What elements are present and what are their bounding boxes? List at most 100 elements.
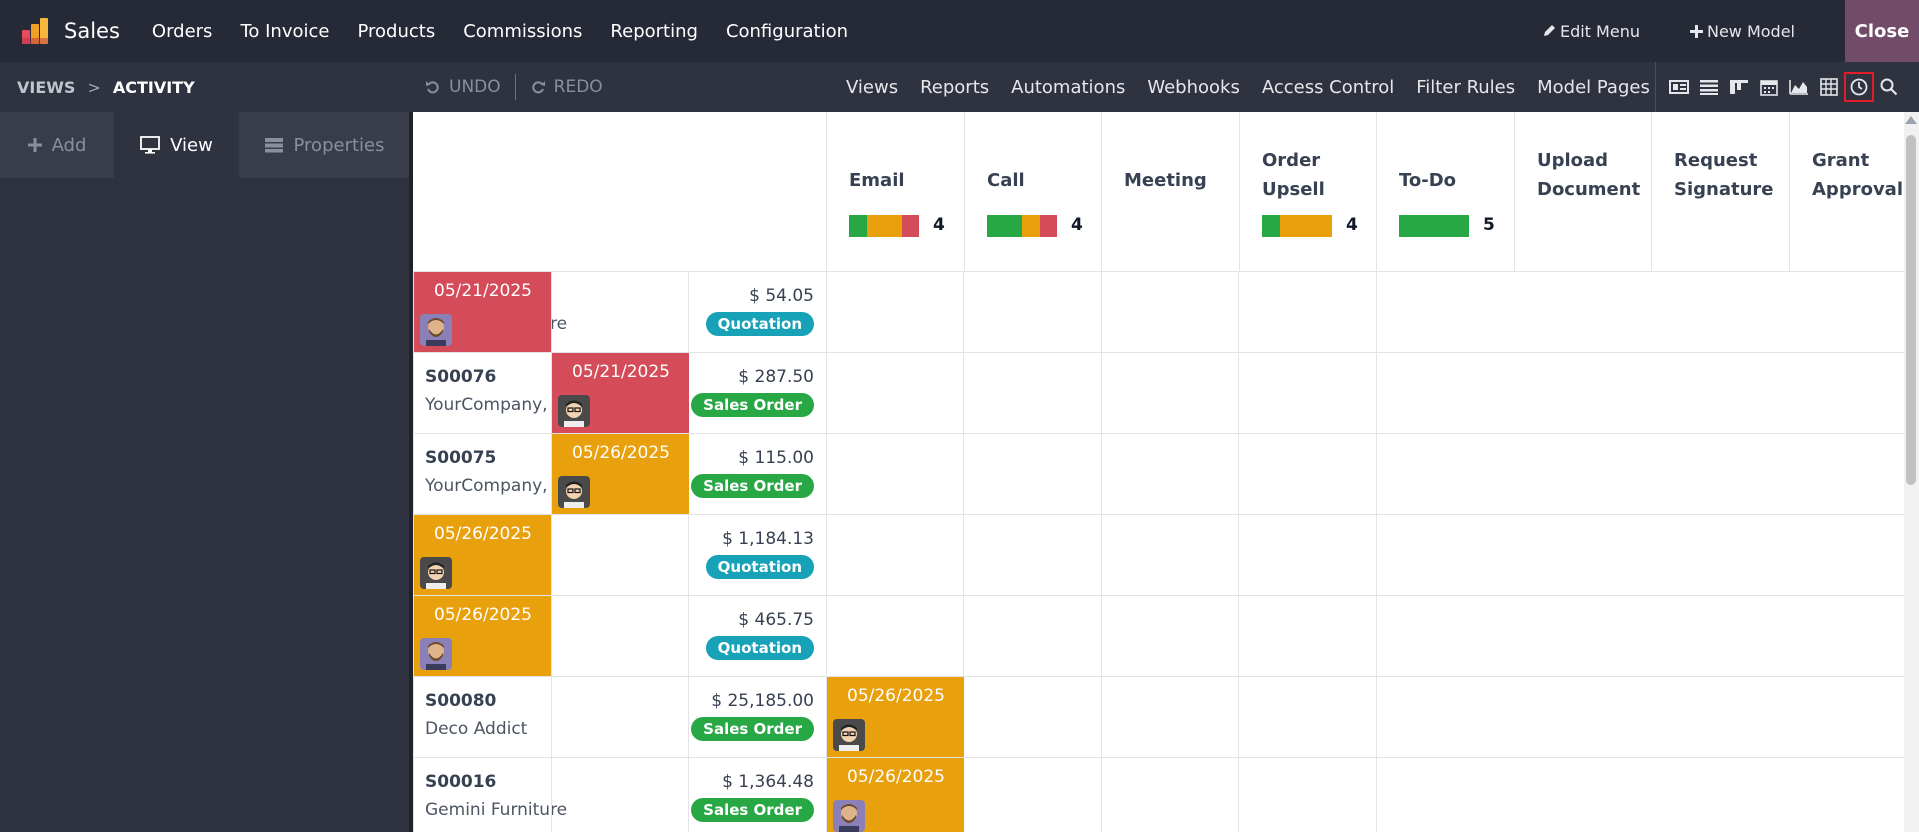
column-title: Upload Document: [1537, 150, 1641, 200]
avatar[interactable]: [833, 800, 865, 832]
avatar[interactable]: [558, 476, 590, 508]
column-header-0[interactable]: Email 4: [826, 112, 964, 272]
tool-views[interactable]: Views: [846, 77, 898, 98]
progress-segment-today[interactable]: [1279, 215, 1332, 237]
avatar[interactable]: [420, 638, 452, 670]
avatar[interactable]: [833, 719, 865, 751]
column-header-5[interactable]: Upload Document: [1514, 112, 1652, 272]
progress-bar[interactable]: [1399, 215, 1469, 237]
menu-orders[interactable]: Orders: [138, 21, 227, 42]
activity-cell[interactable]: 05/26/2025: [827, 677, 964, 757]
tab-add[interactable]: Add: [0, 112, 114, 178]
cell-divider: [413, 758, 414, 832]
cell-divider: [551, 515, 552, 596]
menu-to-invoice[interactable]: To Invoice: [226, 21, 343, 42]
brand[interactable]: Sales: [20, 16, 138, 46]
cell-divider: [826, 272, 827, 353]
table-row: S00075 $ 115.00 YourCompany, Marc Demo Sale…: [413, 434, 1904, 515]
tool-model-pages[interactable]: Model Pages: [1537, 77, 1650, 98]
table-row: S00003$ 1,184.13Ready MatQuotation05/26/…: [413, 515, 1904, 596]
activity-view-icon[interactable]: [1844, 72, 1874, 102]
column-header-2[interactable]: Meeting: [1101, 112, 1239, 272]
record-cell[interactable]: S00080 $ 25,185.00 Deco Addict Sales Order: [413, 677, 826, 758]
menu-reporting[interactable]: Reporting: [596, 21, 712, 42]
activity-cell[interactable]: 05/21/2025: [552, 353, 689, 433]
column-header-4[interactable]: To-Do 5: [1376, 112, 1514, 272]
record-amount: $ 1,364.48: [722, 772, 814, 792]
avatar[interactable]: [420, 314, 452, 346]
tool-access-control[interactable]: Access Control: [1262, 77, 1394, 98]
progress-segment-today[interactable]: [1022, 215, 1040, 237]
cell-divider: [688, 596, 689, 677]
tool-webhooks[interactable]: Webhooks: [1147, 77, 1239, 98]
scroll-up-arrow-icon[interactable]: [1905, 116, 1917, 124]
activity-cell[interactable]: 05/26/2025: [552, 434, 689, 514]
view-switcher: [1655, 62, 1904, 112]
app-name[interactable]: Sales: [64, 19, 120, 43]
progress-bar[interactable]: [849, 215, 919, 237]
form-view-icon[interactable]: [1664, 72, 1694, 102]
tool-automations[interactable]: Automations: [1011, 77, 1125, 98]
column-count: 5: [1483, 215, 1495, 235]
avatar[interactable]: [420, 557, 452, 589]
menu-products[interactable]: Products: [343, 21, 449, 42]
record-amount: $ 54.05: [749, 286, 814, 306]
record-amount: $ 465.75: [738, 610, 814, 630]
edit-menu-button[interactable]: Edit Menu: [1542, 22, 1640, 41]
progress-segment-planned[interactable]: [987, 215, 1022, 237]
column-header-3[interactable]: Order Upsell 4: [1239, 112, 1377, 272]
tab-view[interactable]: View: [114, 112, 239, 178]
search-icon[interactable]: [1874, 72, 1904, 102]
redo-button[interactable]: REDO: [530, 77, 603, 97]
column-title: Request Signature: [1674, 150, 1774, 200]
progress-segment-overdue[interactable]: [1039, 215, 1057, 237]
menu-commissions[interactable]: Commissions: [449, 21, 596, 42]
record-name: S00075: [425, 448, 497, 468]
plus-icon: [1689, 24, 1703, 38]
new-model-button[interactable]: New Model: [1689, 22, 1795, 41]
activity-date: 05/21/2025: [572, 362, 670, 382]
cell-divider: [1376, 677, 1377, 758]
scrollbar-thumb[interactable]: [1906, 135, 1916, 485]
close-button[interactable]: Close: [1845, 0, 1919, 62]
cell-divider: [413, 434, 414, 515]
progress-segment-planned[interactable]: [849, 215, 867, 237]
kanban-view-icon[interactable]: [1724, 72, 1754, 102]
breadcrumb-views[interactable]: VIEWS: [17, 78, 75, 97]
menu-configuration[interactable]: Configuration: [712, 21, 862, 42]
tool-filter-rules[interactable]: Filter Rules: [1416, 77, 1515, 98]
cell-divider: [1376, 434, 1377, 515]
record-cell[interactable]: S00016 $ 1,364.48 Gemini Furniture Sales Or…: [413, 758, 826, 832]
pivot-view-icon[interactable]: [1814, 72, 1844, 102]
monitor-icon: [140, 136, 161, 154]
cell-divider: [1101, 677, 1102, 758]
list-view-icon[interactable]: [1694, 72, 1724, 102]
activity-cell[interactable]: 05/26/2025: [414, 596, 551, 676]
cell-divider: [1238, 677, 1239, 758]
tab-properties[interactable]: Properties: [239, 112, 409, 178]
undo-button[interactable]: UNDO: [425, 77, 501, 97]
tool-reports[interactable]: Reports: [920, 77, 989, 98]
activity-cell[interactable]: 05/21/2025: [414, 272, 551, 352]
status-badge: Sales Order: [691, 393, 814, 417]
calendar-view-icon[interactable]: [1754, 72, 1784, 102]
progress-segment-planned[interactable]: [1262, 215, 1280, 237]
progress-segment-overdue[interactable]: [901, 215, 919, 237]
activity-cell[interactable]: 05/26/2025: [414, 515, 551, 595]
activity-date: 05/26/2025: [434, 524, 532, 544]
column-header-6[interactable]: Request Signature: [1651, 112, 1789, 272]
progress-bar[interactable]: [987, 215, 1057, 237]
progress-bar[interactable]: [1262, 215, 1332, 237]
graph-view-icon[interactable]: [1784, 72, 1814, 102]
cell-divider: [1238, 596, 1239, 677]
activity-date: 05/21/2025: [434, 281, 532, 301]
progress-segment-today[interactable]: [866, 215, 902, 237]
column-header-1[interactable]: Call 4: [964, 112, 1102, 272]
column-header-7[interactable]: Grant Approval: [1789, 112, 1904, 272]
progress-segment-planned[interactable]: [1399, 215, 1469, 237]
activity-date: 05/26/2025: [847, 686, 945, 706]
activity-cell[interactable]: 05/26/2025: [827, 758, 964, 832]
cell-divider: [963, 515, 964, 596]
avatar[interactable]: [558, 395, 590, 427]
cell-divider: [826, 434, 827, 515]
